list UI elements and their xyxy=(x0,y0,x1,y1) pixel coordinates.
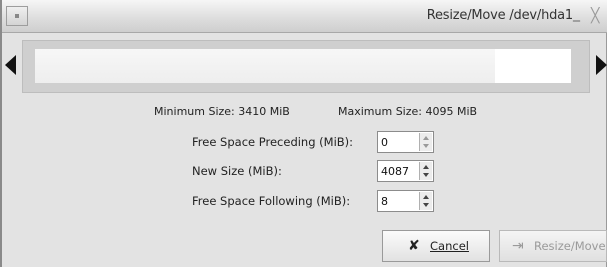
decrement-icon[interactable] xyxy=(423,144,429,148)
free-space-following-label: Free Space Following (MiB): xyxy=(192,194,351,208)
new-size-input[interactable] xyxy=(379,162,419,180)
resize-move-icon: ⇥ xyxy=(512,238,524,254)
title-bar[interactable]: Resize/Move /dev/hda1 _ ╳ xyxy=(2,0,607,33)
cancel-button[interactable]: ✘ Cancel xyxy=(382,230,490,262)
resize-move-button[interactable]: ⇥ Resize/Move xyxy=(499,230,607,262)
free-space-following-input[interactable] xyxy=(379,192,419,210)
new-size-label: New Size (MiB): xyxy=(192,164,282,178)
free-space-preceding-label: Free Space Preceding (MiB): xyxy=(192,135,354,149)
cancel-button-label: Cancel xyxy=(430,239,469,253)
free-space-preceding-stepper[interactable] xyxy=(419,133,432,151)
window-title: Resize/Move /dev/hda1 xyxy=(426,8,573,23)
cancel-icon: ✘ xyxy=(408,238,420,254)
minimize-icon[interactable]: _ xyxy=(573,7,587,23)
free-space-following-stepper[interactable] xyxy=(419,192,432,210)
partition-resizer[interactable] xyxy=(22,40,590,93)
free-space-preceding-spinner[interactable] xyxy=(377,131,434,153)
resize-move-button-label: Resize/Move xyxy=(534,239,606,253)
increment-icon[interactable] xyxy=(423,195,429,199)
increment-icon[interactable] xyxy=(423,136,429,140)
free-space-preceding-input[interactable] xyxy=(379,133,419,151)
free-space-following-spinner[interactable] xyxy=(377,190,434,212)
maximum-size-label: Maximum Size: 4095 MiB xyxy=(338,105,478,118)
increment-icon[interactable] xyxy=(423,165,429,169)
close-icon[interactable]: ╳ xyxy=(591,9,605,23)
new-size-spinner[interactable] xyxy=(377,160,434,182)
left-resize-handle[interactable] xyxy=(5,55,16,75)
decrement-icon[interactable] xyxy=(423,173,429,177)
unallocated-space xyxy=(495,49,571,83)
resize-move-dialog: Resize/Move /dev/hda1 _ ╳ Minimum Size: … xyxy=(0,0,607,267)
new-size-stepper[interactable] xyxy=(419,162,432,180)
window-menu-button[interactable] xyxy=(6,6,28,26)
partition-bar[interactable] xyxy=(35,49,495,83)
minimum-size-label: Minimum Size: 3410 MiB xyxy=(154,105,290,118)
decrement-icon[interactable] xyxy=(423,203,429,207)
right-resize-handle[interactable] xyxy=(596,55,607,75)
